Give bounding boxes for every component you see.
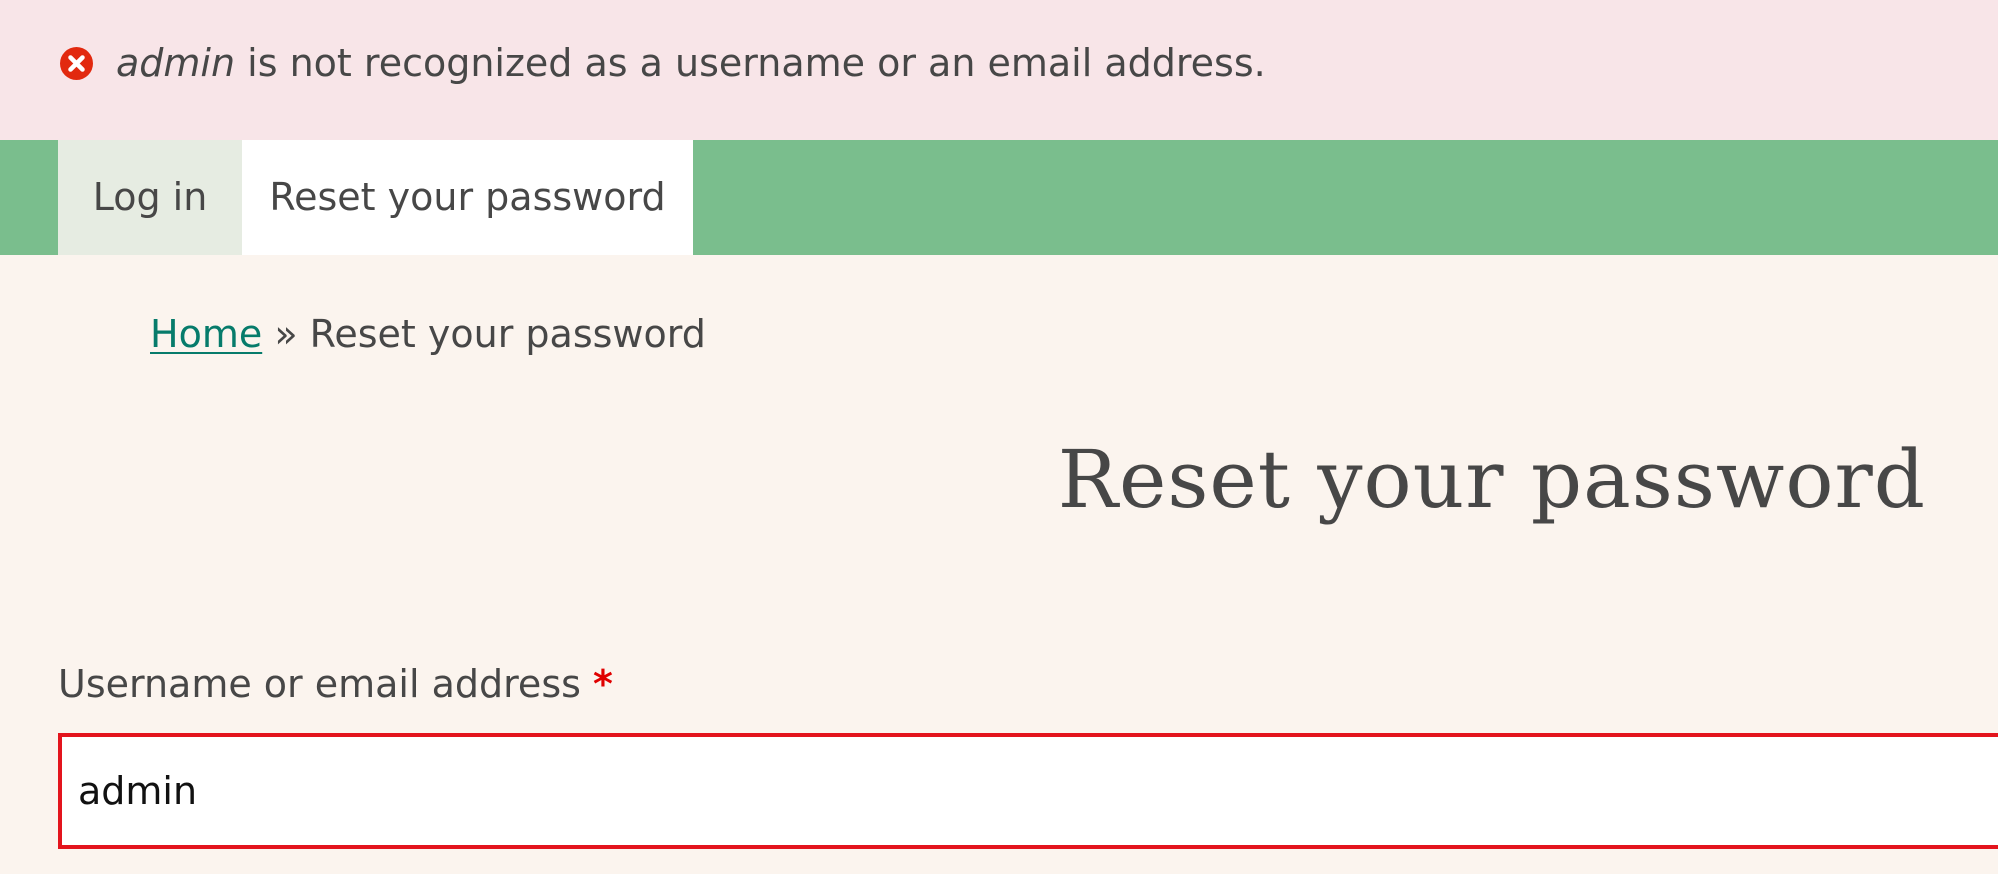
error-message-text: admin is not recognized as a username or… xyxy=(116,36,1266,90)
error-message-body: is not recognized as a username or an em… xyxy=(235,41,1266,85)
breadcrumb-home-link[interactable]: Home xyxy=(150,312,262,356)
username-field-label: Username or email address * xyxy=(58,656,613,712)
breadcrumb-current: Reset your password xyxy=(309,312,706,356)
error-circle-icon xyxy=(60,47,93,80)
username-input[interactable] xyxy=(58,733,1998,849)
primary-tabs: Log in Reset your password xyxy=(0,140,1998,255)
required-marker: * xyxy=(593,662,613,706)
page-title: Reset your password xyxy=(1057,433,1926,526)
username-label-text: Username or email address xyxy=(58,662,581,706)
breadcrumb: Home » Reset your password xyxy=(150,306,706,362)
error-username: admin xyxy=(116,41,236,85)
tab-log-in[interactable]: Log in xyxy=(58,140,242,255)
tab-reset-password[interactable]: Reset your password xyxy=(242,140,693,255)
error-message-banner: admin is not recognized as a username or… xyxy=(0,0,1998,140)
breadcrumb-separator: » xyxy=(274,312,298,356)
